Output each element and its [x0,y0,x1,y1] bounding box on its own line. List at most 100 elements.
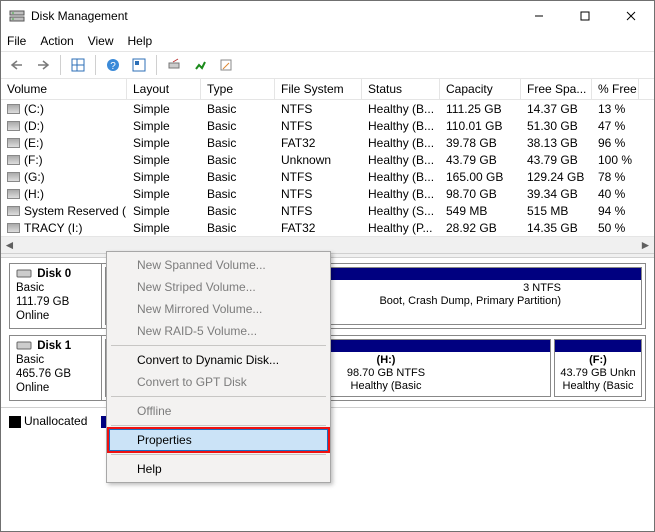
scroll-left-icon[interactable]: ◄ [1,237,18,254]
props-button[interactable] [214,53,238,77]
disk0-part-fs: 3 NTFS [523,282,561,294]
cell-text: (F:) [24,153,43,167]
cell: Healthy (P... [362,221,440,235]
ctx-new-striped[interactable]: New Striped Volume... [109,276,328,298]
disk1-type: Basic [16,354,44,366]
cell-text: (G:) [24,170,45,184]
cell: Basic [201,221,275,235]
volume-row[interactable]: (G:)SimpleBasicNTFSHealthy (B...165.00 G… [1,168,654,185]
forward-button[interactable] [31,53,55,77]
col-status[interactable]: Status [362,79,440,99]
cell-text: 549 MB [446,204,487,218]
ctx-new-raid5[interactable]: New RAID-5 Volume... [109,320,328,342]
cell-text: 40 % [598,187,625,201]
volume-row[interactable]: (H:)SimpleBasicNTFSHealthy (B...98.70 GB… [1,185,654,202]
menu-view[interactable]: View [88,34,114,48]
ctx-sep [111,396,326,397]
volume-icon [7,155,20,165]
cell-text: NTFS [281,119,312,133]
cell: 515 MB [521,204,592,218]
ctx-convert-dynamic[interactable]: Convert to Dynamic Disk... [109,349,328,371]
cell-text: 100 % [598,153,632,167]
cell: 110.01 GB [440,119,521,133]
cell: Simple [127,153,201,167]
menu-help[interactable]: Help [128,34,153,48]
cell-text: NTFS [281,170,312,184]
toolbar-sep [60,55,61,75]
volume-row[interactable]: System Reserved (...SimpleBasicNTFSHealt… [1,202,654,219]
cell: 111.25 GB [440,102,521,116]
scroll-right-icon[interactable]: ► [637,237,654,254]
col-filesystem[interactable]: File System [275,79,362,99]
col-layout[interactable]: Layout [127,79,201,99]
col-pctfree[interactable]: % Free [592,79,639,99]
cell: 14.35 GB [521,221,592,235]
disk-icon [16,267,34,281]
volume-row[interactable]: (D:)SimpleBasicNTFSHealthy (B...110.01 G… [1,117,654,134]
p4-st: Healthy (Basic [563,380,634,392]
cell-text: Basic [207,153,236,167]
ctx-sep [111,425,326,426]
cell: 100 % [592,153,639,167]
maximize-button[interactable] [562,1,608,31]
toolbar: ? [1,51,654,79]
cell: 78 % [592,170,639,184]
p3-st: Healthy (Basic [351,380,422,392]
menu-file[interactable]: File [7,34,26,48]
legend-unalloc: Unallocated [24,414,87,428]
cell: Simple [127,102,201,116]
volume-row[interactable]: (F:)SimpleBasicUnknownHealthy (B...43.79… [1,151,654,168]
col-volume[interactable]: Volume [1,79,127,99]
back-button[interactable] [5,53,29,77]
cell-text: Basic [207,136,236,150]
cell: 98.70 GB [440,187,521,201]
close-button[interactable] [608,1,654,31]
col-capacity[interactable]: Capacity [440,79,521,99]
disk0-size: 111.79 GB [16,296,69,308]
ctx-offline[interactable]: Offline [109,400,328,422]
ctx-new-spanned[interactable]: New Spanned Volume... [109,254,328,276]
cell-text: FAT32 [281,136,315,150]
volume-icon [7,189,20,199]
settings-button[interactable] [127,53,151,77]
disk0-name: Disk 0 [37,268,71,280]
cell: 165.00 GB [440,170,521,184]
layout-button[interactable] [66,53,90,77]
ctx-convert-gpt[interactable]: Convert to GPT Disk [109,371,328,393]
ctx-help[interactable]: Help [109,458,328,480]
cell: 94 % [592,204,639,218]
toolbar-sep [156,55,157,75]
cell-text: 43.79 GB [446,153,497,167]
ctx-properties[interactable]: Properties [109,429,328,451]
volume-row[interactable]: TRACY (I:)SimpleBasicFAT32Healthy (P...2… [1,219,654,236]
action1-button[interactable] [162,53,186,77]
cell-text: 14.35 GB [527,221,578,235]
action2-button[interactable] [188,53,212,77]
cell-text: Basic [207,119,236,133]
col-freespace[interactable]: Free Spa... [521,79,592,99]
cell: 50 % [592,221,639,235]
cell: Simple [127,170,201,184]
cell-text: 111.25 GB [446,102,502,116]
ctx-new-mirrored[interactable]: New Mirrored Volume... [109,298,328,320]
cell: Simple [127,204,201,218]
legend-unalloc-swatch [9,416,21,428]
help-button[interactable]: ? [101,53,125,77]
col-type[interactable]: Type [201,79,275,99]
volume-row[interactable]: (C:)SimpleBasicNTFSHealthy (B...111.25 G… [1,100,654,117]
minimize-button[interactable] [516,1,562,31]
menu-action[interactable]: Action [40,34,73,48]
cell: Basic [201,102,275,116]
volume-row[interactable]: (E:)SimpleBasicFAT32Healthy (B...39.78 G… [1,134,654,151]
cell-text: 50 % [598,221,625,235]
cell-text: Healthy (B... [368,170,434,184]
cell: Healthy (B... [362,136,440,150]
cell: Simple [127,221,201,235]
menubar: File Action View Help [1,31,654,51]
disk1-name: Disk 1 [37,340,71,352]
cell-text: Healthy (B... [368,187,434,201]
cell: 13 % [592,102,639,116]
volume-icon [7,172,20,182]
cell: 47 % [592,119,639,133]
disk1-part-f[interactable]: (F:)43.79 GB UnknHealthy (Basic [554,339,642,397]
